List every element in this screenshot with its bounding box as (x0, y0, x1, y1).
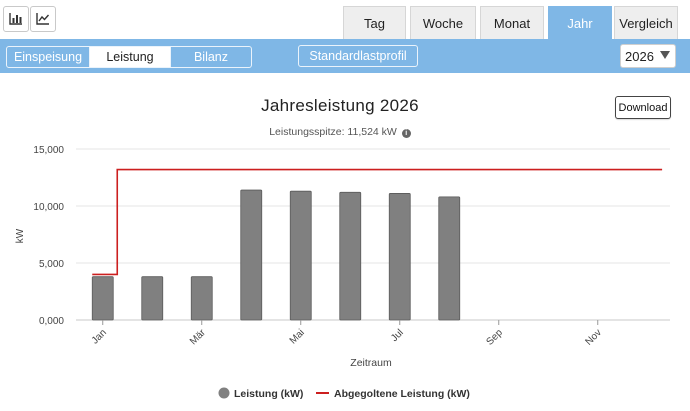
x-tick-label: Sep (485, 327, 506, 348)
y-axis-label: kW (15, 228, 26, 243)
bar[interactable] (388, 193, 411, 321)
x-tick-label: Mai (288, 327, 307, 346)
bar[interactable] (240, 189, 263, 321)
bar[interactable] (289, 190, 312, 321)
y-tick-label: 5,000 (39, 259, 64, 270)
y-tick-label: 0,000 (39, 316, 64, 327)
bar[interactable] (339, 191, 362, 321)
bar[interactable] (438, 196, 461, 321)
annual-power-chart: 0,000 5,000 10,000 15,000 kW Jan Mär Mai Jul Sep N… (15, 145, 670, 400)
legend-line-label[interactable]: Abgegoltene Leistung (kW) (334, 388, 470, 400)
line-series[interactable] (92, 168, 663, 276)
x-tick-label: Mär (188, 327, 208, 347)
y-tick-label: 15,000 (33, 145, 64, 156)
bar[interactable] (141, 276, 164, 321)
y-tick-label: 10,000 (33, 202, 64, 213)
x-tick-label: Jul (389, 327, 406, 344)
bar[interactable] (91, 276, 114, 321)
x-axis-label: Zeitraum (350, 357, 392, 369)
legend-bar-label[interactable]: Leistung (kW) (234, 388, 303, 400)
legend-bar-swatch[interactable] (218, 387, 230, 399)
x-tick-label: Jan (90, 327, 109, 346)
bar[interactable] (190, 276, 213, 321)
x-tick-label: Nov (584, 327, 604, 347)
